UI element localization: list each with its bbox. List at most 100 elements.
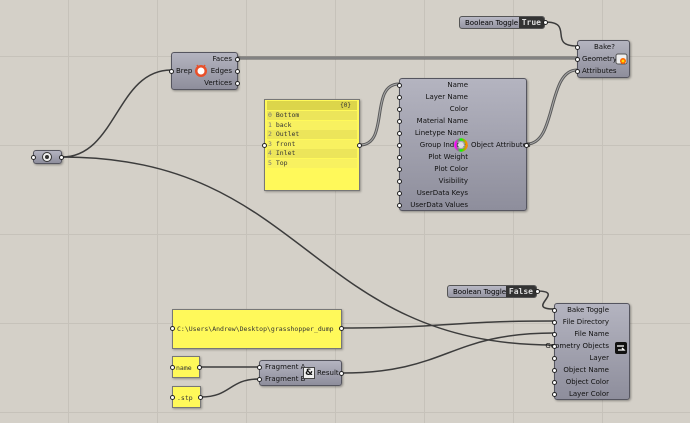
input-grip[interactable] (170, 326, 175, 331)
list-item: 5 Top (267, 159, 357, 168)
list-item: 0 Bottom (267, 111, 357, 120)
item-index: 0 (268, 111, 272, 119)
concatenate-component[interactable]: Fragment A Fragment B & Result (257, 360, 344, 386)
panel-text: name (176, 364, 192, 372)
output-grip[interactable] (59, 155, 64, 160)
input-grip[interactable] (552, 332, 557, 337)
input-layer-name: Layer Name (425, 93, 468, 101)
faces-grip[interactable] (235, 57, 240, 62)
input-plot-color: Plot Color (434, 165, 468, 173)
toggle-value[interactable]: True (518, 17, 544, 28)
input-grip[interactable] (170, 365, 175, 370)
input-grip[interactable] (552, 356, 557, 361)
bake-component[interactable]: Bake? Geometry Attributes (575, 40, 630, 78)
panel-header: {0} (267, 101, 357, 110)
list-item: 2 Outlet (267, 130, 357, 140)
ampersand-icon: & (303, 367, 315, 379)
input-grip[interactable] (262, 143, 267, 148)
list-item: 1 back (267, 120, 357, 130)
item-index: 5 (268, 159, 272, 167)
item-value: back (275, 120, 292, 129)
toggle-label: Boolean Toggle (465, 19, 519, 27)
file-directory-panel[interactable]: C:\Users\Andrew\Desktop\grasshopper_dump (170, 309, 344, 349)
list-panel[interactable]: {0} 0 Bottom 1 back 2 Outlet 3 front 4 Inlet… (262, 99, 362, 191)
input-grip[interactable] (397, 83, 402, 88)
input-name: Name (447, 81, 468, 89)
item-value: Bottom (275, 111, 300, 119)
input-bake-toggle: Bake Toggle (567, 306, 609, 314)
input-grip[interactable] (552, 320, 557, 325)
export-component[interactable]: Bake Toggle File Directory File Name Geomet… (545, 303, 630, 400)
extension-panel[interactable]: .stp (170, 386, 203, 408)
wire (61, 69, 172, 158)
fragment-b-grip[interactable] (257, 377, 262, 382)
name-panel[interactable]: name (170, 356, 202, 378)
item-index: 3 (268, 139, 272, 148)
input-material-name: Material Name (416, 117, 468, 125)
input-userdata-values: UserData Values (410, 201, 468, 209)
output-grip[interactable] (198, 395, 203, 400)
input-layer-color: Layer Color (568, 390, 609, 398)
input-bake: Bake? (594, 43, 615, 51)
input-grip[interactable] (397, 155, 402, 160)
input-object-color: Object Color (565, 378, 609, 386)
input-grip[interactable] (552, 344, 557, 349)
input-grip[interactable] (397, 131, 402, 136)
input-grip[interactable] (397, 107, 402, 112)
geometry-param[interactable] (31, 150, 64, 164)
result-grip[interactable] (339, 371, 344, 376)
attributes-grip[interactable] (575, 69, 580, 74)
wire (341, 320, 555, 329)
boolean-toggle-false[interactable]: Boolean Toggle False (447, 285, 540, 298)
wire (200, 378, 260, 398)
wire (341, 332, 555, 374)
item-value: front (275, 139, 296, 148)
input-grip[interactable] (31, 155, 36, 160)
output-grip[interactable] (535, 289, 540, 294)
output-grip[interactable] (543, 20, 548, 25)
bake-grip[interactable] (575, 45, 580, 50)
boolean-toggle-true[interactable]: Boolean Toggle True (459, 16, 548, 29)
output-edges: Edges (210, 67, 232, 75)
item-value: Top (275, 159, 288, 167)
input-color: Color (449, 105, 468, 113)
deconstruct-brep-component[interactable]: Brep Faces Edges Vertices (169, 52, 240, 90)
item-value: Outlet (275, 130, 300, 139)
input-file-directory: File Directory (562, 318, 609, 326)
output-result: Result (317, 369, 339, 377)
toggle-value[interactable]: False (505, 286, 536, 297)
brep-input-grip[interactable] (169, 69, 174, 74)
list-item: 3 front (267, 139, 357, 149)
item-index: 1 (268, 120, 272, 129)
output-grip[interactable] (357, 143, 362, 148)
input-grip[interactable] (397, 95, 402, 100)
input-grip[interactable] (397, 167, 402, 172)
input-userdata-keys: UserData Keys (416, 189, 468, 197)
input-plot-weight: Plot Weight (428, 153, 468, 161)
geometry-param-icon (41, 151, 53, 163)
output-grip[interactable] (524, 143, 529, 148)
panel-text: C:\Users\Andrew\Desktop\grasshopper_dump (177, 325, 334, 333)
input-grip[interactable] (397, 179, 402, 184)
wire (359, 83, 400, 146)
item-index: 2 (268, 130, 272, 139)
input-grip[interactable] (552, 368, 557, 373)
object-attributes-component[interactable]: Name Layer Name Color Material Name Linetype… (397, 78, 531, 211)
input-grip[interactable] (552, 308, 557, 313)
input-grip[interactable] (397, 203, 402, 208)
input-linetype-name: Linetype Name (414, 129, 468, 137)
edges-grip[interactable] (235, 69, 240, 74)
vertices-grip[interactable] (235, 81, 240, 86)
input-grip[interactable] (397, 191, 402, 196)
output-vertices: Vertices (204, 79, 232, 87)
geometry-grip[interactable] (575, 57, 580, 62)
input-grip[interactable] (552, 380, 557, 385)
output-grip[interactable] (339, 326, 344, 331)
input-grip[interactable] (397, 143, 402, 148)
input-grip[interactable] (397, 119, 402, 124)
input-fragment-b: Fragment B (265, 375, 306, 383)
fragment-a-grip[interactable] (257, 365, 262, 370)
input-grip[interactable] (170, 395, 175, 400)
output-grip[interactable] (197, 365, 202, 370)
input-grip[interactable] (552, 392, 557, 397)
